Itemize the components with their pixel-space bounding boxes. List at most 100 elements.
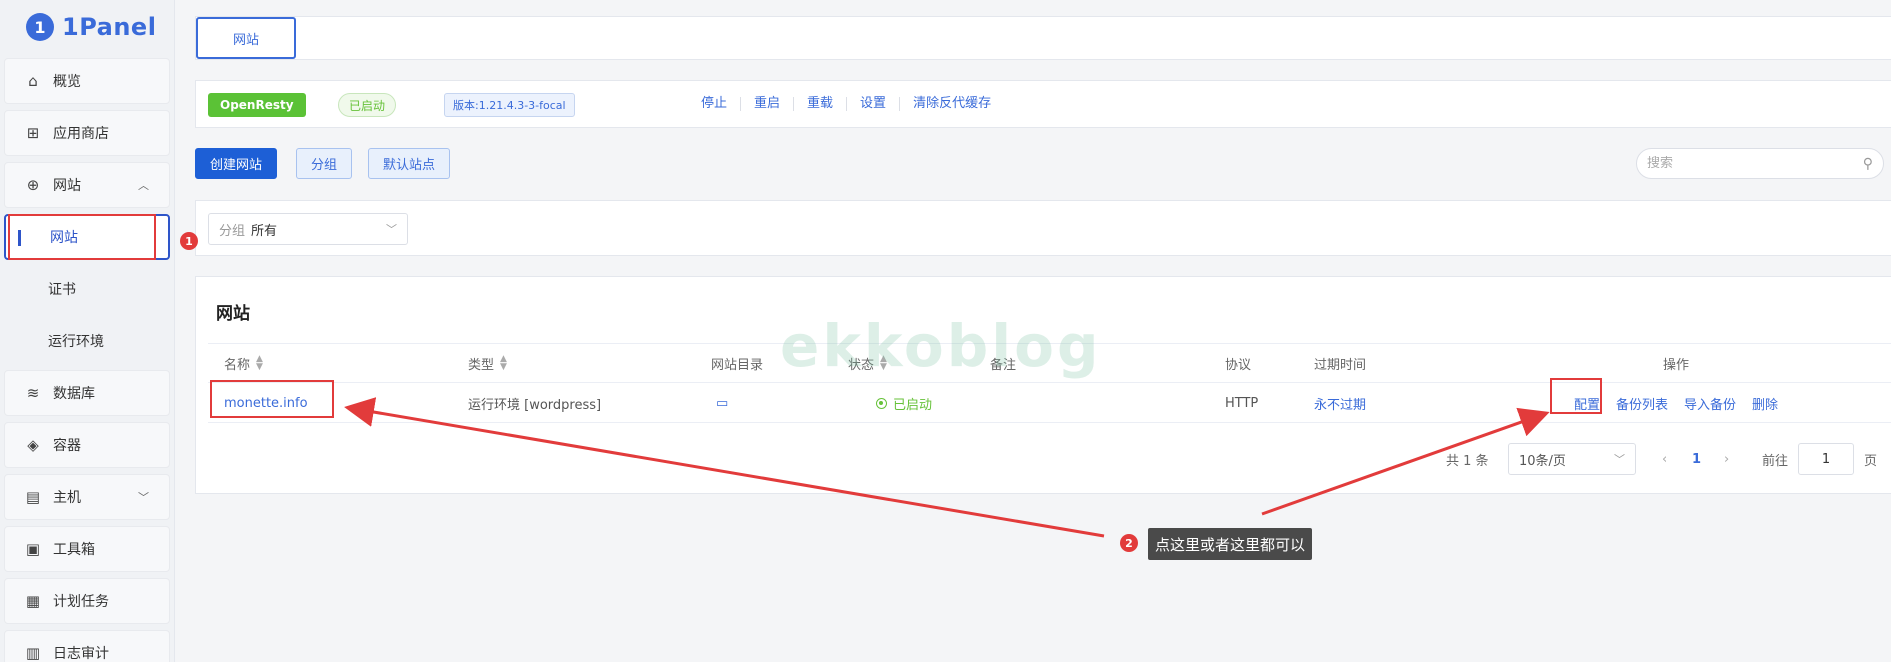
chevron-down-icon: ﹀ [138, 491, 149, 504]
restart-button[interactable]: 重启 [740, 97, 793, 111]
next-page-button[interactable]: › [1724, 443, 1729, 475]
column-expire: 过期时间 [1314, 344, 1366, 382]
search-input[interactable] [1647, 156, 1863, 171]
sidebar-item-overview[interactable]: ⌂ 概览 [4, 58, 170, 104]
chevron-up-icon: ︿ [138, 179, 149, 192]
group-button[interactable]: 分组 [296, 148, 353, 179]
grid-icon: ⊞ [26, 124, 40, 142]
clear-proxy-cache-button[interactable]: 清除反代缓存 [899, 97, 1004, 111]
home-icon: ⌂ [28, 72, 38, 90]
sidebar-subitem-certificates[interactable]: 证书 [4, 266, 170, 312]
tab-bar: 网站 [195, 16, 1891, 60]
folder-icon[interactable]: ▭ [716, 396, 728, 411]
create-website-button[interactable]: 创建网站 [195, 148, 278, 179]
annotation-box-name [210, 380, 334, 418]
sidebar-item-label: 应用商店 [53, 126, 109, 142]
sidebar: 1 1Panel ⌂ 概览 ⊞ 应用商店 ⊕ 网站 ︿ 网站 证书 运行环境 ≋… [0, 0, 175, 662]
website-expire[interactable]: 永不过期 [1314, 383, 1366, 423]
sidebar-item-logs[interactable]: ▥ 日志审计 [4, 630, 170, 662]
delete-button[interactable]: 删除 [1752, 394, 1778, 413]
annotation-box-sidebar [8, 214, 156, 260]
sidebar-item-toolbox[interactable]: ▣ 工具箱 [4, 526, 170, 572]
column-protocol: 协议 [1225, 344, 1251, 382]
globe-icon: ⊕ [26, 176, 40, 194]
goto-label: 前往 [1762, 453, 1789, 469]
annotation-label: 点这里或者这里都可以 [1148, 528, 1313, 560]
prev-page-button[interactable]: ‹ [1662, 443, 1667, 475]
group-filter-value: 所有 [251, 223, 278, 239]
watermark: ekkoblog [780, 312, 1102, 380]
column-name[interactable]: 名称 ▲ ▼ [224, 344, 263, 382]
sidebar-item-cron[interactable]: ▦ 计划任务 [4, 578, 170, 624]
website-status-label: 已启动 [893, 397, 933, 413]
row-actions: 配置 备份列表 导入备份 删除 [1574, 383, 1778, 423]
column-label: 类型 [468, 357, 495, 373]
column-type[interactable]: 类型 ▲ ▼ [468, 344, 507, 382]
website-directory[interactable]: ▭ [716, 383, 728, 423]
sidebar-item-label: 运行环境 [48, 334, 104, 350]
goto-unit: 页 [1864, 453, 1878, 469]
import-backup-button[interactable]: 导入备份 [1684, 394, 1736, 413]
status-badge: 已启动 [338, 93, 397, 117]
logo-icon: 1 [26, 13, 54, 41]
pagination-total: 共 1 条 [1446, 453, 1489, 469]
toolbox-icon: ▣ [25, 540, 41, 558]
search-icon[interactable]: ⚲ [1863, 156, 1873, 172]
sort-icon: ▲ ▼ [500, 354, 507, 372]
sidebar-item-label: 日志审计 [53, 646, 109, 662]
version-badge: 版本:1.21.4.3-3-focal [444, 93, 575, 117]
column-label: 过期时间 [1314, 357, 1367, 373]
layers-icon: ≋ [26, 384, 40, 402]
filter-bar: 分组 所有 ﹀ [195, 200, 1891, 256]
search-box: ⚲ [1636, 148, 1884, 179]
openresty-status-bar: OpenResty 已启动 版本:1.21.4.3-3-focal 停止 重启 … [195, 80, 1891, 128]
group-filter-select[interactable]: 分组 所有 ﹀ [208, 213, 408, 245]
column-label: 网站目录 [711, 357, 764, 373]
docker-icon: ◈ [27, 436, 39, 454]
annotation-badge-2: 2 [1120, 534, 1138, 552]
table-row: monette.info 运行环境 [wordpress] ▭ 已启动 HTTP… [208, 383, 1891, 423]
sidebar-item-database[interactable]: ≋ 数据库 [4, 370, 170, 416]
page-size-value: 10条/页 [1519, 453, 1566, 469]
annotation-box-configure [1550, 378, 1602, 414]
sidebar-item-label: 计划任务 [53, 594, 109, 610]
stop-button[interactable]: 停止 [688, 97, 740, 111]
sidebar-item-label: 证书 [48, 282, 76, 298]
goto-page-input[interactable] [1798, 443, 1854, 475]
sidebar-item-host[interactable]: ▤ 主机 ﹀ [4, 474, 170, 520]
sidebar-item-label: 概览 [53, 74, 81, 90]
annotation-badge-1: 1 [180, 232, 198, 250]
website-type: 运行环境 [wordpress] [468, 397, 602, 413]
card-title: 网站 [216, 304, 250, 324]
reload-button[interactable]: 重载 [793, 97, 846, 111]
sidebar-item-container[interactable]: ◈ 容器 [4, 422, 170, 468]
chevron-down-icon: ﹀ [386, 223, 397, 236]
column-label: 名称 [224, 357, 251, 373]
tab-websites[interactable]: 网站 [196, 17, 296, 59]
page-size-select[interactable]: 10条/页 ﹀ [1508, 443, 1636, 475]
sidebar-item-label: 主机 [53, 490, 81, 506]
sidebar-item-app-store[interactable]: ⊞ 应用商店 [4, 110, 170, 156]
sidebar-menu: ⌂ 概览 ⊞ 应用商店 ⊕ 网站 ︿ 网站 证书 运行环境 ≋ 数据库 ◈ 容器 [0, 54, 174, 662]
calendar-icon: ▦ [25, 592, 41, 610]
server-icon: ▤ [25, 488, 41, 506]
sidebar-item-label: 网站 [53, 178, 81, 194]
sidebar-item-label: 容器 [53, 438, 81, 454]
column-label: 操作 [1663, 357, 1690, 373]
logo[interactable]: 1 1Panel [0, 0, 174, 54]
website-status[interactable]: 已启动 [876, 383, 932, 423]
group-filter-prefix: 分组 [219, 223, 246, 239]
logo-text: 1Panel [62, 13, 157, 41]
backup-list-button[interactable]: 备份列表 [1616, 394, 1668, 413]
sidebar-item-website[interactable]: ⊕ 网站 ︿ [4, 162, 170, 208]
sidebar-subitem-runtime[interactable]: 运行环境 [4, 318, 170, 364]
chevron-down-icon: ﹀ [1614, 453, 1625, 466]
page-number-current[interactable]: 1 [1692, 443, 1701, 475]
pagination: 共 1 条 10条/页 ﹀ ‹ 1 › 前往 页 [196, 443, 1891, 475]
log-icon: ▥ [25, 644, 41, 662]
sidebar-item-label: 数据库 [53, 386, 95, 402]
settings-button[interactable]: 设置 [846, 97, 899, 111]
default-site-button[interactable]: 默认站点 [368, 148, 451, 179]
running-icon [876, 397, 887, 409]
column-label: 协议 [1225, 357, 1252, 373]
